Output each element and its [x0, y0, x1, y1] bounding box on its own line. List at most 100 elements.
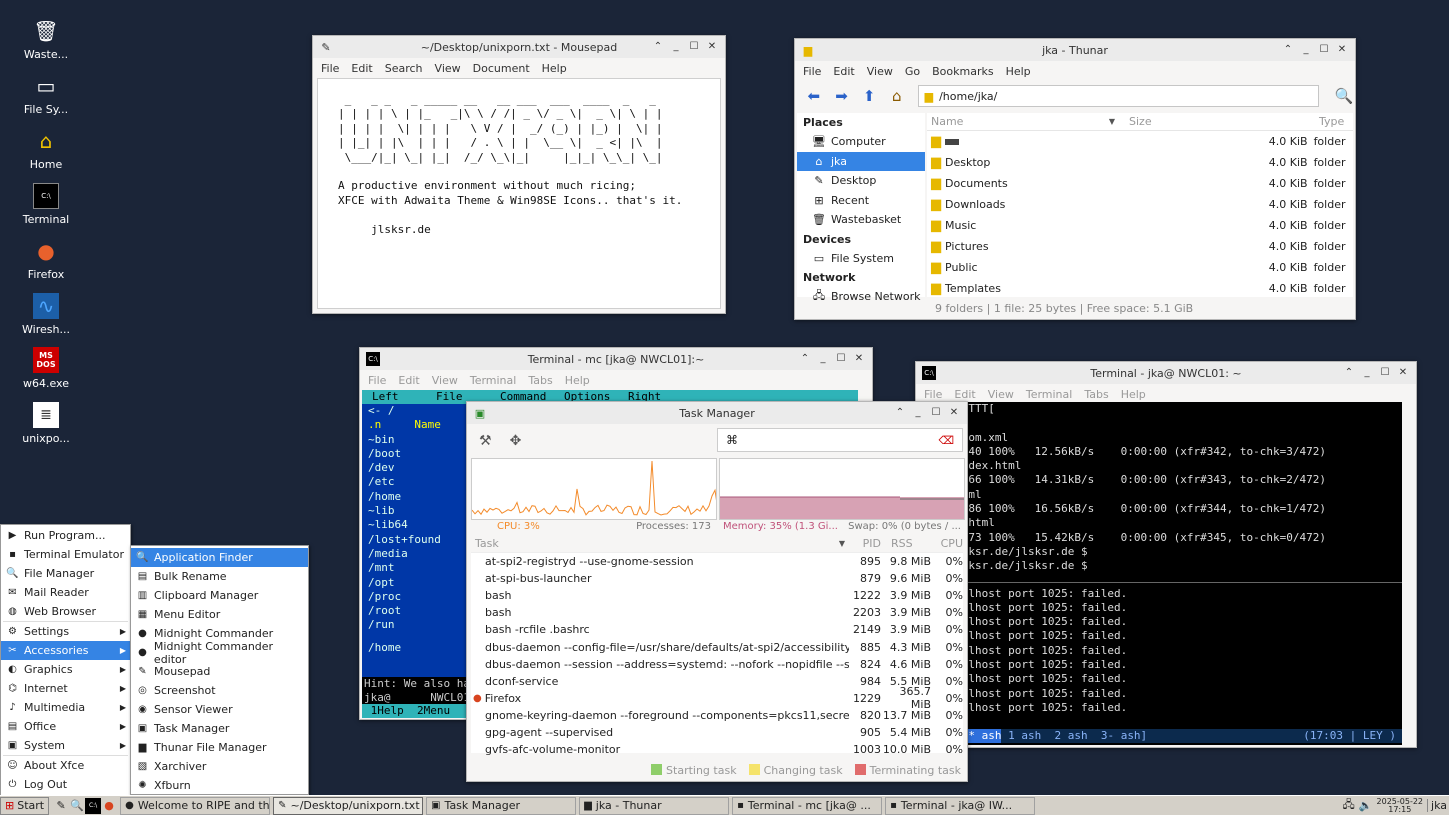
process-row[interactable]: dbus-daemon --session --address=systemd:…	[471, 656, 963, 673]
file-row[interactable]: ▆ Pictures 4.0 KiB folder	[927, 236, 1353, 257]
menu-item[interactable]: Help	[565, 374, 590, 387]
process-row[interactable]: bash 1222 3.9 MiB 0%	[471, 587, 963, 604]
column-type[interactable]: Type	[1319, 115, 1344, 128]
submenu-item[interactable]: ✎ Mousepad	[131, 662, 308, 681]
sidebar-item[interactable]: 🖥 Computer	[797, 132, 925, 152]
minimize-button[interactable]: _	[816, 352, 830, 366]
sidebar-item[interactable]: ⌂ jka	[797, 151, 925, 171]
file-manager-icon[interactable]: 🔍	[69, 798, 85, 814]
taskbar-button[interactable]: ▪ Terminal - mc [jka@ ...	[732, 796, 883, 815]
submenu-item[interactable]: 🔍 Application Finder	[131, 548, 308, 567]
desktop-icon[interactable]: MS DOS w64.exe	[12, 347, 80, 390]
start-menu-item[interactable]: ▤ Office ▶	[1, 717, 130, 736]
desktop-icon[interactable]: ⌂ Home	[12, 128, 80, 171]
menu-item[interactable]: View	[988, 388, 1014, 401]
process-row[interactable]: at-spi-bus-launcher 879 9.6 MiB 0%	[471, 570, 963, 587]
column-task[interactable]: Task ▼	[471, 537, 849, 550]
close-button[interactable]: ✕	[852, 352, 866, 366]
taskbar-button[interactable]: ✎ ~/Desktop/unixporn.txt ...	[273, 796, 424, 815]
file-row[interactable]: ▆ Desktop 4.0 KiB folder	[927, 152, 1353, 173]
sidebar-item[interactable]: ⊞ Recent	[797, 191, 925, 211]
taskbar-button[interactable]: ▪ Terminal - jka@ IW...	[885, 796, 1036, 815]
submenu-item[interactable]: ▆ Thunar File Manager	[131, 738, 308, 757]
file-row[interactable]: ▆ Public 4.0 KiB folder	[927, 257, 1353, 278]
start-menu-item[interactable]: ◐ Graphics ▶	[1, 660, 130, 679]
shade-button[interactable]: ⌃	[798, 352, 812, 366]
process-row[interactable]: gvfs-afc-volume-monitor 1003 10.0 MiB 0%	[471, 741, 963, 758]
minimize-button[interactable]: _	[669, 40, 683, 54]
clear-icon[interactable]: ⌫	[938, 434, 954, 447]
start-menu-item[interactable]: ◍ Web Browser	[1, 602, 130, 621]
clock[interactable]: 2025-05-22 17:15	[1377, 797, 1424, 814]
minimize-button[interactable]: _	[911, 406, 925, 420]
menu-item[interactable]: File	[321, 62, 339, 75]
menu-item[interactable]: Help	[542, 62, 567, 75]
shade-button[interactable]: ⌃	[893, 406, 907, 420]
maximize-button[interactable]: ☐	[929, 406, 943, 420]
desktop-icon[interactable]: ∿ Wiresh...	[12, 293, 80, 336]
volume-icon[interactable]: 🔈	[1359, 799, 1373, 812]
column-name[interactable]: Name ▼	[927, 115, 1123, 128]
user-label[interactable]: jka	[1427, 799, 1447, 812]
menu-item[interactable]: Bookmarks	[932, 65, 993, 78]
column-pid[interactable]: PID	[849, 537, 881, 550]
menu-item[interactable]: Edit	[351, 62, 372, 75]
taskbar-button[interactable]: ▆ jka - Thunar	[579, 796, 730, 815]
submenu-item[interactable]: ▤ Bulk Rename	[131, 567, 308, 586]
menu-item[interactable]: Go	[905, 65, 920, 78]
file-row[interactable]: ▆ 4.0 KiB folder	[927, 131, 1353, 152]
desktop-icon[interactable]: ≣ unixpo...	[12, 402, 80, 445]
submenu-item[interactable]: ◉ Sensor Viewer	[131, 700, 308, 719]
menu-item[interactable]: File	[924, 388, 942, 401]
start-menu-item[interactable]: ▶ Run Program...	[1, 526, 130, 545]
menu-item[interactable]: Search	[385, 62, 423, 75]
start-menu-item[interactable]: ☺ About Xfce	[1, 756, 130, 775]
menu-item[interactable]: Terminal	[1026, 388, 1073, 401]
maximize-button[interactable]: ☐	[687, 40, 701, 54]
shade-button[interactable]: ⌃	[1342, 366, 1356, 380]
menu-item[interactable]: View	[435, 62, 461, 75]
start-menu-item[interactable]: ▣ System ▶	[1, 736, 130, 755]
process-row[interactable]: at-spi2-registryd --use-gnome-session 895…	[471, 553, 963, 570]
maximize-button[interactable]: ☐	[834, 352, 848, 366]
menu-item[interactable]: Edit	[954, 388, 975, 401]
submenu-item[interactable]: ▣ Task Manager	[131, 719, 308, 738]
desktop-icon[interactable]: 🗑 Waste...	[12, 18, 80, 61]
process-row[interactable]: gpg-agent --supervised 905 5.4 MiB 0%	[471, 724, 963, 741]
file-row[interactable]: ▆ Documents 4.0 KiB folder	[927, 173, 1353, 194]
start-menu-item[interactable]: ⚙ Settings ▶	[1, 622, 130, 641]
text-editor-icon[interactable]: ✎	[53, 798, 69, 814]
terminal-window[interactable]: C:\ Terminal - jka@ NWCL01: ~ ⌃ _ ☐ ✕ Fi…	[915, 361, 1417, 748]
close-button[interactable]: ✕	[1396, 366, 1410, 380]
menu-item[interactable]: Terminal	[470, 374, 517, 387]
submenu-item[interactable]: ▧ Xarchiver	[131, 757, 308, 776]
menu-item[interactable]: Edit	[398, 374, 419, 387]
mousepad-titlebar[interactable]: ✎ ~/Desktop/unixporn.txt - Mousepad ⌃ _ …	[313, 36, 725, 58]
desktop-icon[interactable]: C:\ Terminal	[12, 183, 80, 226]
taskbar-button[interactable]: ▣ Task Manager	[426, 796, 577, 815]
submenu-item[interactable]: ◎ Screenshot	[131, 681, 308, 700]
start-menu-item[interactable]: ✂ Accessories ▶	[1, 641, 130, 660]
up-arrow-icon[interactable]: ⬆	[858, 85, 880, 107]
location-bar[interactable]: ▆ /home/jka/	[917, 85, 1320, 107]
sidebar-item[interactable]: 🗑 Wastebasket	[797, 210, 925, 230]
close-button[interactable]: ✕	[947, 406, 961, 420]
terminal-screen[interactable]: ][4][5]TTT[ater/atom.xml 2,340 100% 12.5…	[918, 402, 1402, 745]
terminal-icon[interactable]: C:\	[85, 797, 102, 814]
start-menu-item[interactable]: ⏻ Log Out	[1, 775, 130, 794]
file-row[interactable]: ▆ Downloads 4.0 KiB folder	[927, 194, 1353, 215]
tmux-windows[interactable]: 1 ash 2 ash 3- ash]	[1001, 729, 1147, 743]
menu-item[interactable]: Tabs	[528, 374, 552, 387]
network-icon[interactable]: 🖧	[1343, 796, 1355, 815]
menu-item[interactable]: View	[432, 374, 458, 387]
firefox-icon[interactable]: ●	[101, 798, 117, 814]
maximize-button[interactable]: ☐	[1317, 43, 1331, 57]
minimize-button[interactable]: _	[1360, 366, 1374, 380]
home-icon[interactable]: ⌂	[886, 85, 908, 107]
file-row[interactable]: ▆ Music 4.0 KiB folder	[927, 215, 1353, 236]
mousepad-window[interactable]: ✎ ~/Desktop/unixporn.txt - Mousepad ⌃ _ …	[312, 35, 726, 314]
thunar-window[interactable]: ▆ jka - Thunar ⌃ _ ☐ ✕ File Edit View Go Boo…	[794, 38, 1356, 320]
menu-item[interactable]: Help	[1121, 388, 1146, 401]
maximize-button[interactable]: ☐	[1378, 366, 1392, 380]
back-arrow-icon[interactable]: ⬅	[803, 85, 825, 107]
